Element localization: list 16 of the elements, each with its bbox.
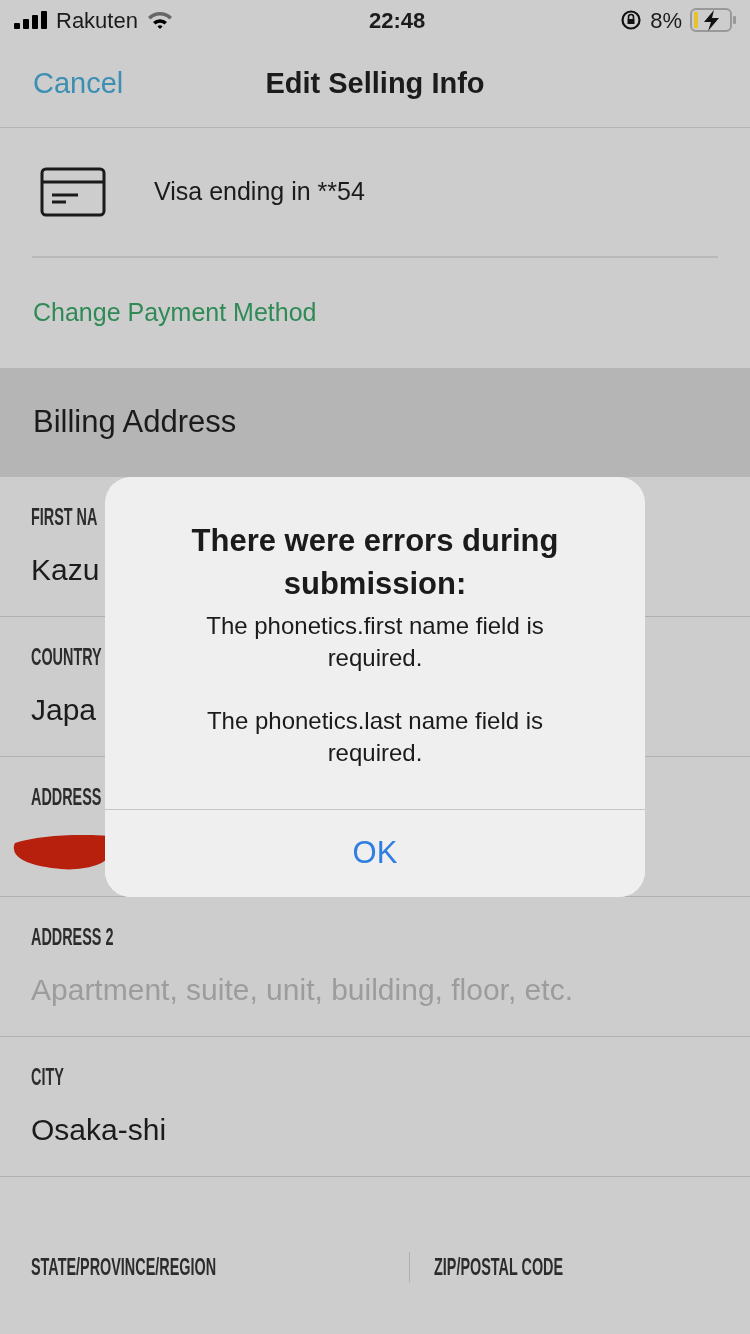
dialog-title: There were errors during submission: bbox=[190, 522, 560, 604]
screen-title: Edit Selling Info bbox=[265, 66, 485, 101]
dialog-message: The phonetics.first name field is required. bbox=[205, 610, 545, 674]
dialog-message: The phonetics.last name field is required. bbox=[205, 705, 545, 768]
card-label: Visa ending in **54 bbox=[154, 176, 365, 208]
carrier-name: Rakuten bbox=[56, 6, 138, 35]
field-label: ADDRESS 2 bbox=[31, 922, 114, 952]
battery-percent: 8% bbox=[650, 6, 682, 35]
field-label: CITY bbox=[31, 1062, 64, 1092]
field-label: ZIP/POSTAL CODE bbox=[434, 1251, 564, 1282]
field-label: STATE/PROVINCE/REGION bbox=[31, 1251, 217, 1282]
section-header: Billing Address bbox=[0, 368, 750, 477]
field-label: FIRST NA bbox=[31, 502, 98, 532]
field-label: ADDRESS bbox=[31, 782, 102, 812]
field-label: COUNTRY bbox=[31, 642, 102, 672]
time-text: 22:48 bbox=[368, 6, 426, 35]
